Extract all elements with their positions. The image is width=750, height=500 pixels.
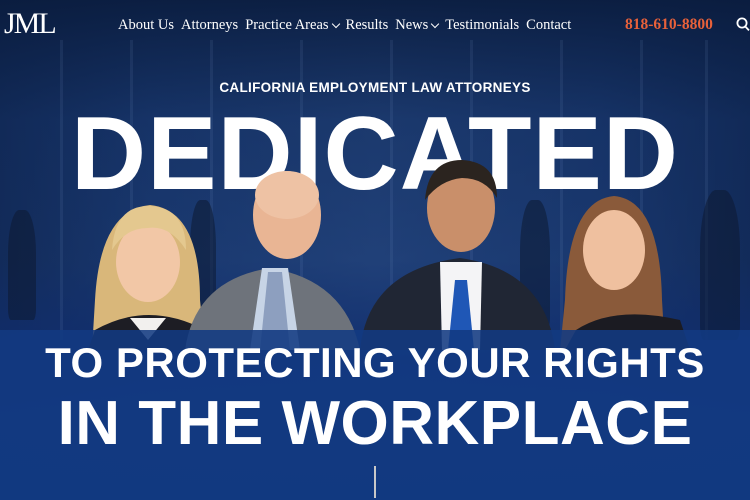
attorney-figure-2 xyxy=(185,171,360,350)
scroll-indicator[interactable] xyxy=(374,466,376,498)
attorney-figure-4 xyxy=(560,196,690,350)
hero-tagline-line1: TO PROTECTING YOUR RIGHTS xyxy=(45,339,705,386)
attorney-figure-3 xyxy=(360,160,555,350)
hero-tagline-line2: IN THE WORKPLACE xyxy=(57,389,693,458)
